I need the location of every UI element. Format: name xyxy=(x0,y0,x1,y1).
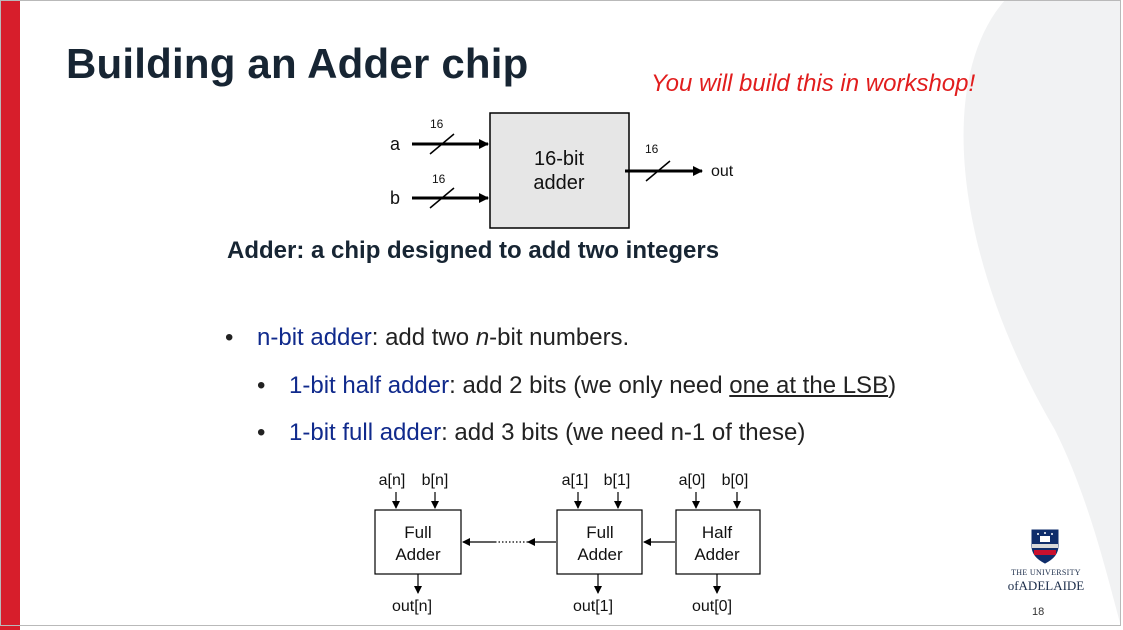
adder-box xyxy=(489,112,630,229)
block-label: Half xyxy=(702,523,733,542)
input-b-width: 16 xyxy=(432,172,446,186)
block-label: Adder xyxy=(395,545,441,564)
adder-block xyxy=(556,509,643,575)
adder-definition: Adder: a chip designed to add two intege… xyxy=(227,237,720,264)
output-label: out[n] xyxy=(392,598,432,615)
bullet-body: : add 2 bits (we only need xyxy=(449,372,730,399)
bullet-dot: • xyxy=(257,372,266,399)
bullet-body: : add 3 bits (we need n-1 of these) xyxy=(441,419,806,446)
full-adder-n: a[n] b[n] Full Adder out[n] xyxy=(374,472,462,615)
bullet-term: n-bit adder xyxy=(257,324,372,351)
slide-title: Building an Adder chip xyxy=(66,40,529,87)
bullet-text: n-bit adder: add two n-bit numbers. xyxy=(257,324,629,352)
adder-block-diagram: 16-bit adder a 16 b 16 16 out xyxy=(390,112,734,229)
adder-block xyxy=(374,509,462,575)
crest-icon xyxy=(1031,529,1059,564)
adder-box-label-line1: 16-bit xyxy=(534,148,584,170)
block-label: Adder xyxy=(577,545,623,564)
bullet-body: : add two xyxy=(371,324,476,351)
university-name-line1: THE UNIVERSITY xyxy=(1011,568,1081,577)
output-label: out xyxy=(711,163,734,180)
input-b-label: b xyxy=(390,188,400,208)
bullet-italic: n xyxy=(475,324,490,351)
output-label: out[0] xyxy=(692,598,732,615)
adder-block xyxy=(675,509,761,575)
input-label: b[n] xyxy=(422,472,449,489)
bullet-text: 1-bit half adder: add 2 bits (we only ne… xyxy=(289,372,896,400)
university-logo: THE UNIVERSITY ofADELAIDE xyxy=(1000,528,1092,596)
half-adder-0: a[0] b[0] Half Adder out[0] xyxy=(675,472,761,615)
full-adder-1: a[1] b[1] Full Adder out[1] xyxy=(556,472,643,615)
workshop-note: You will build this in workshop! xyxy=(651,70,976,97)
bullet-body-end: -bit numbers. xyxy=(489,324,630,351)
bullet-term: 1-bit full adder xyxy=(289,419,442,446)
slide: Building an Adder chip You will build th… xyxy=(0,0,1123,630)
block-label: Adder xyxy=(694,545,740,564)
ripple-carry-chain-diagram: a[n] b[n] Full Adder out[n] a[1] b[1] Fu… xyxy=(374,472,761,615)
bullet-body-end: ) xyxy=(888,372,897,399)
output-label: out[1] xyxy=(573,598,613,615)
block-label: Full xyxy=(404,523,431,542)
input-a-width: 16 xyxy=(430,117,444,131)
adder-box-label-line2: adder xyxy=(533,172,584,194)
input-label: a[n] xyxy=(379,472,406,489)
page-number: 18 xyxy=(1032,606,1045,618)
input-label: b[0] xyxy=(722,472,749,489)
bullet-text: 1-bit full adder: add 3 bits (we need n-… xyxy=(289,419,805,447)
bullet-term: 1-bit half adder xyxy=(289,372,450,399)
university-name-line2: ofADELAIDE xyxy=(1007,578,1085,593)
block-label: Full xyxy=(586,523,613,542)
bullet-underlined: one at the LSB xyxy=(729,372,889,399)
input-a-label: a xyxy=(390,134,401,154)
output-width: 16 xyxy=(645,142,659,156)
input-label: b[1] xyxy=(604,472,631,489)
input-label: a[1] xyxy=(562,472,589,489)
input-label: a[0] xyxy=(679,472,706,489)
bullet-dot: • xyxy=(257,419,266,446)
bullet-dot: • xyxy=(225,324,234,351)
